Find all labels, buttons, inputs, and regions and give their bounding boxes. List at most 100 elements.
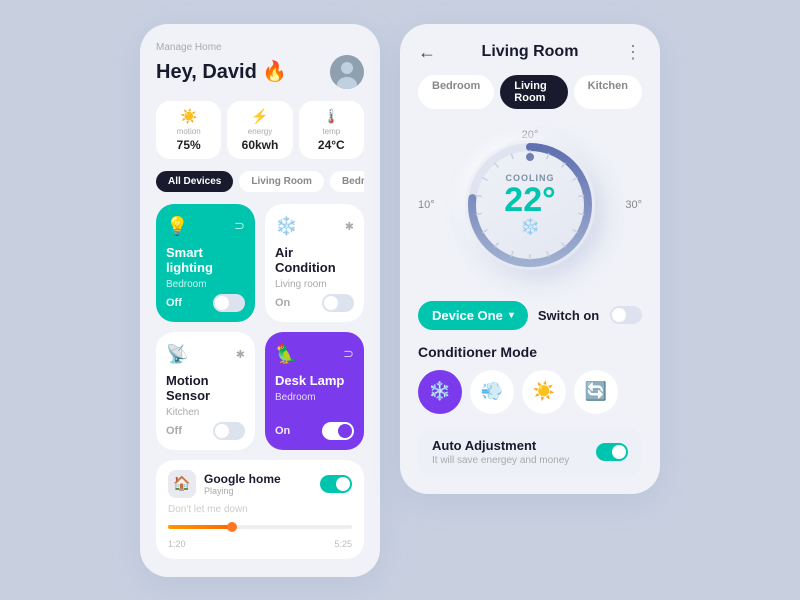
- motion-status: Off: [166, 425, 182, 437]
- google-text: Google home Playing: [204, 472, 281, 496]
- manage-label: Manage Home: [156, 42, 364, 53]
- google-home-header: 🏠 Google home Playing: [168, 470, 352, 498]
- device-one-button[interactable]: Device One ▾: [418, 301, 528, 330]
- time-start: 1:20: [168, 539, 186, 549]
- left-panel: Manage Home Hey, David 🔥 ☀️ motion 75% ⚡…: [140, 24, 380, 577]
- stat-label-motion: motion: [177, 127, 201, 136]
- ac-status: On: [275, 297, 290, 309]
- switch-on-label: Switch on: [538, 308, 600, 323]
- ac-room: Living room: [275, 279, 354, 290]
- device-card-motion: 📡 ✱ Motion Sensor Kitchen Off: [156, 332, 255, 450]
- chevron-down-icon: ▾: [509, 310, 514, 321]
- google-info: 🏠 Google home Playing: [168, 470, 281, 498]
- switch-on-toggle[interactable]: [610, 306, 642, 324]
- ac-footer: On: [275, 294, 354, 312]
- sun-icon: ☀️: [180, 108, 197, 125]
- tab-living-room[interactable]: Living Room: [239, 171, 324, 192]
- lighting-name: Smart lighting: [166, 245, 245, 275]
- avatar: [330, 55, 364, 89]
- lamp-wifi-icon: ⊃: [343, 346, 354, 362]
- thermo-right-temp: 30°: [625, 199, 642, 211]
- device-card-ac: ❄️ ✱ Air Condition Living room On: [265, 204, 364, 322]
- thermo-ring-svg: [465, 140, 595, 270]
- wifi-icon: ⊃: [234, 218, 245, 234]
- thermostat-dial[interactable]: COOLING 22° ❄️: [465, 140, 595, 270]
- greeting-row: Hey, David 🔥: [156, 55, 364, 89]
- room-tabs: Bedroom Living Room Kitchen: [418, 75, 642, 109]
- device-card-lighting: 💡 ⊃ Smart lighting Bedroom Off: [156, 204, 255, 322]
- mode-btn-freeze[interactable]: ❄️: [418, 370, 462, 414]
- devices-grid: 💡 ⊃ Smart lighting Bedroom Off ❄️ ✱ Air …: [156, 204, 364, 450]
- lighting-footer: Off: [166, 294, 245, 312]
- auto-adj-text: Auto Adjustment It will save energey and…: [432, 438, 569, 466]
- device-card-lamp: 🦜 ⊃ Desk Lamp Bedroom On: [265, 332, 364, 450]
- lamp-toggle[interactable]: [322, 422, 354, 440]
- tab-bedroom-right[interactable]: Bedroom: [418, 75, 494, 109]
- lamp-footer: On: [275, 422, 354, 440]
- device-card-header-lighting: 💡 ⊃: [166, 216, 245, 237]
- ac-name: Air Condition: [275, 245, 354, 275]
- device-card-header-lamp: 🦜 ⊃: [275, 344, 354, 365]
- progress-fill: [168, 525, 232, 529]
- device-card-header-motion: 📡 ✱: [166, 344, 245, 365]
- energy-icon: ⚡: [251, 108, 268, 125]
- right-header: ← Living Room ⋮: [418, 42, 642, 63]
- auto-adj-toggle[interactable]: [596, 443, 628, 461]
- tab-living-room-right[interactable]: Living Room: [500, 75, 567, 109]
- tab-all-devices[interactable]: All Devices: [156, 171, 233, 192]
- device-one-label: Device One: [432, 308, 503, 323]
- auto-adj-title: Auto Adjustment: [432, 438, 569, 453]
- right-panel: ← Living Room ⋮ Bedroom Living Room Kitc…: [400, 24, 660, 494]
- more-button[interactable]: ⋮: [624, 42, 642, 63]
- greeting-text: Hey, David 🔥: [156, 59, 287, 84]
- lighting-status: Off: [166, 297, 182, 309]
- stat-card-temp: 🌡️ temp 24°C: [299, 101, 364, 159]
- avatar-icon: [330, 55, 364, 89]
- lighting-toggle[interactable]: [213, 294, 245, 312]
- ac-icon: ❄️: [275, 216, 297, 237]
- tab-kitchen-right[interactable]: Kitchen: [574, 75, 642, 109]
- thermostat-area: 20° 10° 30°: [418, 125, 642, 285]
- song-title: Don't let me down: [168, 504, 352, 515]
- stats-row: ☀️ motion 75% ⚡ energy 60kwh 🌡️ temp 24°…: [156, 101, 364, 159]
- stat-value-motion: 75%: [177, 138, 201, 152]
- mode-buttons: ❄️ 💨 ☀️ 🔄: [418, 370, 642, 414]
- bt-icon: ✱: [345, 220, 354, 233]
- google-home-icon: 🏠: [168, 470, 196, 498]
- mode-btn-fan[interactable]: 💨: [470, 370, 514, 414]
- temp-icon: 🌡️: [323, 108, 340, 125]
- tab-bedroom[interactable]: Bedroom: [330, 171, 364, 192]
- stat-value-temp: 24°C: [318, 138, 345, 152]
- mode-btn-sun[interactable]: ☀️: [522, 370, 566, 414]
- time-end: 5:25: [334, 539, 352, 549]
- auto-adjustment-row: Auto Adjustment It will save energey and…: [418, 428, 642, 476]
- lamp-status: On: [275, 425, 290, 437]
- stat-card-motion: ☀️ motion 75%: [156, 101, 221, 159]
- motion-icon: 📡: [166, 344, 188, 365]
- lamp-name: Desk Lamp: [275, 373, 354, 388]
- motion-footer: Off: [166, 422, 245, 440]
- auto-adj-subtitle: It will save energey and money: [432, 455, 569, 466]
- motion-toggle[interactable]: [213, 422, 245, 440]
- conditioner-mode-section: Conditioner Mode ❄️ 💨 ☀️ 🔄: [418, 344, 642, 414]
- device-one-row: Device One ▾ Switch on: [418, 301, 642, 330]
- ac-toggle[interactable]: [322, 294, 354, 312]
- google-subtitle: Playing: [204, 486, 281, 496]
- stat-label-energy: energy: [248, 127, 272, 136]
- device-card-header-ac: ❄️ ✱: [275, 216, 354, 237]
- google-toggle[interactable]: [320, 475, 352, 493]
- motion-room: Kitchen: [166, 407, 245, 418]
- progress-dot: [227, 522, 237, 532]
- thermo-left-temp: 10°: [418, 199, 435, 211]
- lamp-room: Bedroom: [275, 392, 354, 403]
- mode-btn-cycle[interactable]: 🔄: [574, 370, 618, 414]
- back-button[interactable]: ←: [418, 42, 436, 63]
- google-home-card: 🏠 Google home Playing Don't let me down …: [156, 460, 364, 559]
- stat-card-energy: ⚡ energy 60kwh: [227, 101, 292, 159]
- motion-name: Motion Sensor: [166, 373, 245, 403]
- lighting-room: Bedroom: [166, 279, 245, 290]
- motion-bt-icon: ✱: [236, 348, 245, 361]
- lighting-icon: 💡: [166, 216, 188, 237]
- progress-bar: [168, 525, 352, 529]
- conditioner-mode-title: Conditioner Mode: [418, 344, 642, 360]
